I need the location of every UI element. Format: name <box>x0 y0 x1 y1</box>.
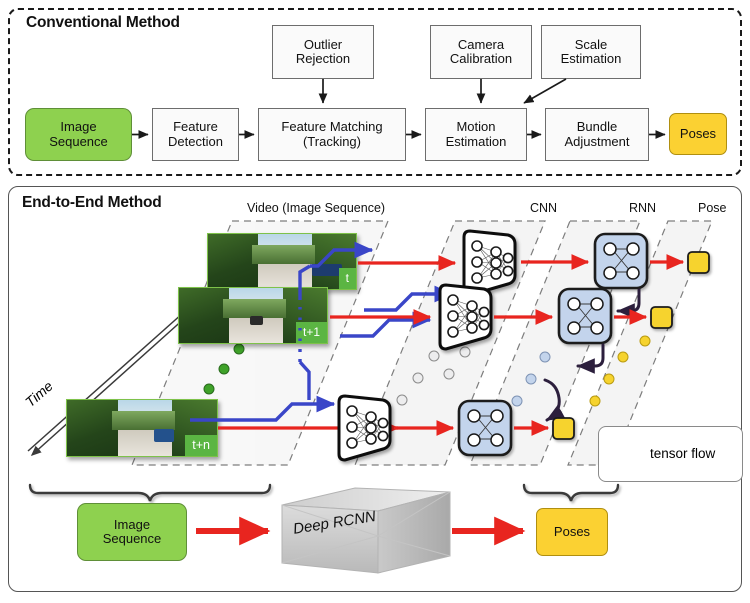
frame-midground <box>223 299 286 318</box>
summary-image-sequence-box: Image Sequence <box>77 503 187 561</box>
camera-calibration-label: Camera Calibration <box>449 36 513 66</box>
feature-matching-label: Feature Matching (Tracking) <box>281 119 383 149</box>
lane-label-cnn: CNN <box>530 201 558 215</box>
lane-label-rnn: RNN <box>629 201 657 215</box>
lane-label-pose: Pose <box>698 201 727 215</box>
summary-image-sequence-label: Image Sequence <box>102 516 162 546</box>
scale-estimation-label: Scale Estimation <box>560 36 622 66</box>
conventional-poses-label: Poses <box>679 125 717 141</box>
frame-foliage-left <box>208 234 259 289</box>
frame-foliage-left <box>179 288 230 343</box>
frame-car <box>312 264 342 276</box>
camera-calibration-box: Camera Calibration <box>430 25 532 79</box>
motion-estimation-box: Motion Estimation <box>425 108 527 161</box>
figure-root: Conventional Method Outlier Rejection Ca… <box>0 0 750 603</box>
outlier-rejection-label: Outlier Rejection <box>295 36 351 66</box>
legend-label: tensor flow <box>650 446 716 461</box>
bundle-adjustment-label: Bundle Adjustment <box>564 119 630 149</box>
conventional-poses-box: Poses <box>669 113 727 155</box>
feature-detection-label: Feature Detection <box>168 119 223 149</box>
video-frame-t: t <box>207 233 357 290</box>
lane-label-video: Video (Image Sequence) <box>247 201 386 215</box>
feature-matching-box: Feature Matching (Tracking) <box>258 108 406 161</box>
frame-midground <box>252 245 315 264</box>
feature-detection-box: Feature Detection <box>152 108 239 161</box>
bundle-adjustment-box: Bundle Adjustment <box>545 108 649 161</box>
end-to-end-method-title: End-to-End Method <box>22 194 162 211</box>
frame-car <box>250 316 264 325</box>
motion-estimation-label: Motion Estimation <box>445 119 507 149</box>
scale-estimation-box: Scale Estimation <box>541 25 641 79</box>
summary-poses-box: Poses <box>536 508 608 556</box>
frame-car <box>154 429 174 442</box>
video-frame-t1: t+1 <box>178 287 328 344</box>
frame-time-tag-t1: t+1 <box>295 322 327 343</box>
frame-midground <box>112 411 175 431</box>
frame-time-tag-t: t <box>338 268 356 289</box>
conventional-method-title: Conventional Method <box>26 14 180 31</box>
conventional-image-sequence-label: Image Sequence <box>49 119 108 149</box>
video-frame-tn: t+n <box>66 399 218 457</box>
frame-foliage-left <box>67 400 118 456</box>
summary-poses-label: Poses <box>553 523 591 539</box>
outlier-rejection-box: Outlier Rejection <box>272 25 374 79</box>
conventional-image-sequence-box: Image Sequence <box>25 108 132 161</box>
frame-time-tag-tn: t+n <box>185 434 217 456</box>
